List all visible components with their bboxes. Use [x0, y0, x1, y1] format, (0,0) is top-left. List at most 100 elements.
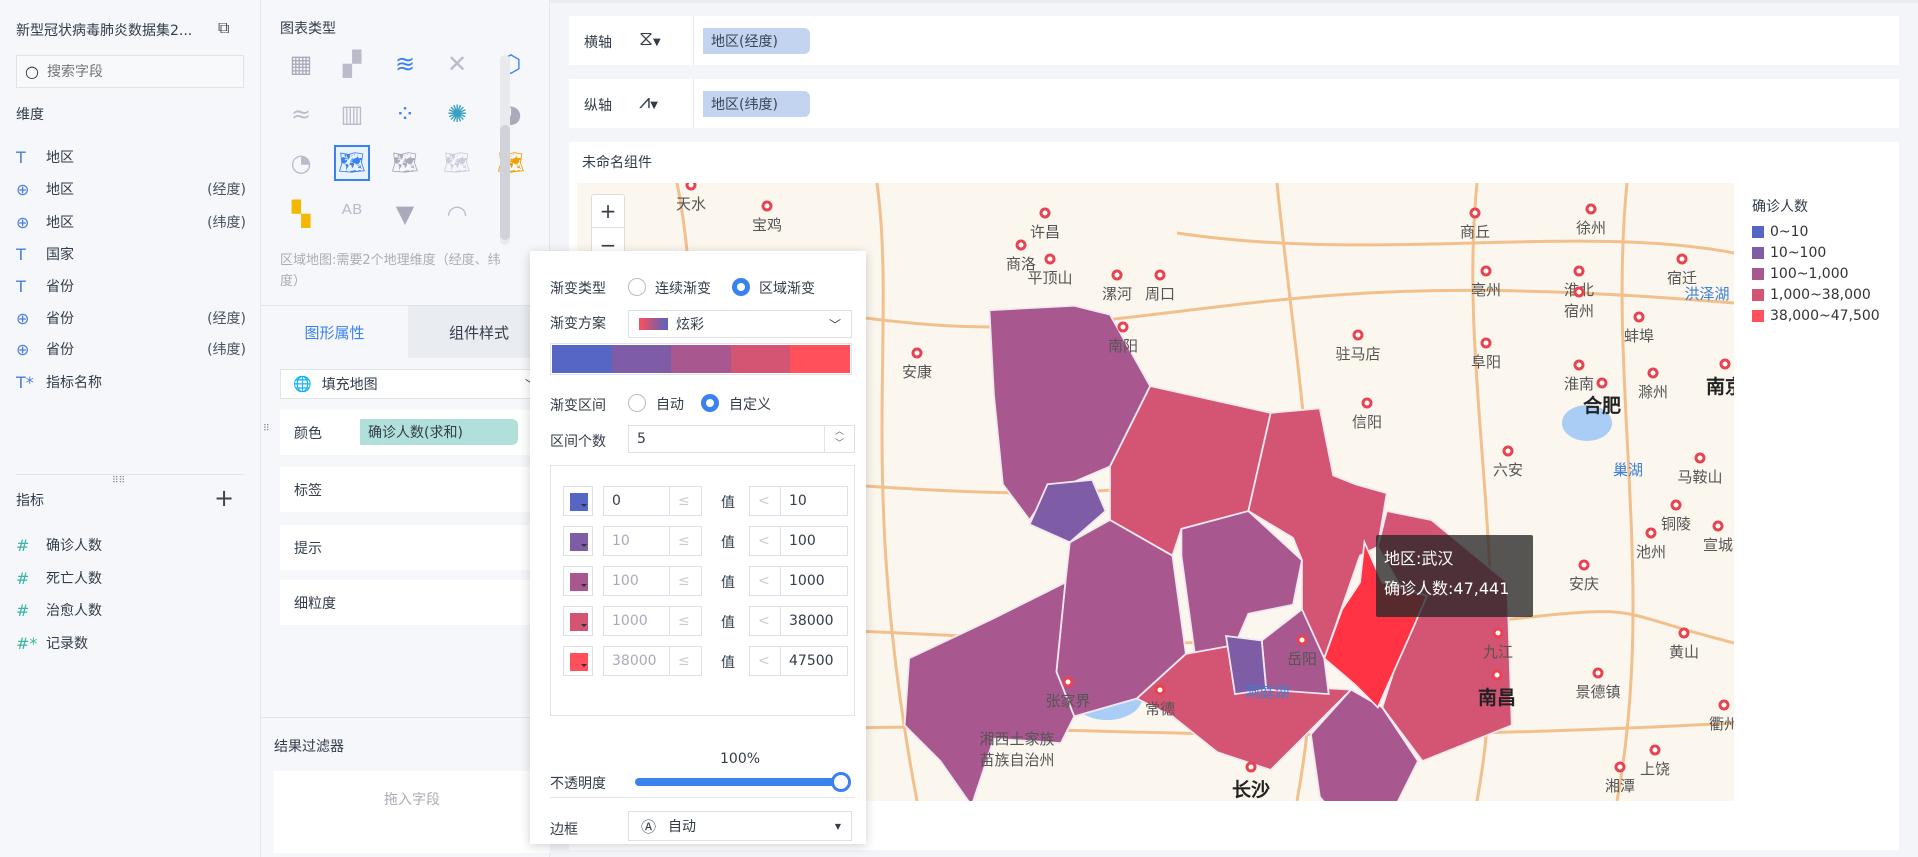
slider-handle[interactable]	[831, 772, 851, 792]
scatter-icon[interactable]: ⁘	[387, 96, 423, 132]
legend-item[interactable]: 0~10	[1752, 224, 1808, 240]
stacked-area-icon[interactable]: ≈	[283, 96, 319, 132]
dimension-field[interactable]: ⊕ 地区 (纬度)	[16, 208, 246, 236]
label-row[interactable]: 标签	[280, 467, 550, 512]
legend-item[interactable]: 38,000~47,500	[1752, 308, 1880, 324]
resize-handle[interactable]: ⠿⠿	[112, 476, 125, 486]
range-max-operator[interactable]: <	[749, 486, 781, 516]
dimension-field[interactable]: T* 指标名称	[16, 368, 246, 396]
y-axis-type-icon[interactable]: ⩘▼	[639, 89, 658, 113]
dimension-field[interactable]: ⊕ 省份 (纬度)	[16, 335, 246, 363]
globe-icon: 🌐	[293, 375, 312, 393]
radio-custom-label[interactable]: 自定义	[729, 394, 771, 414]
measure-field[interactable]: # 治愈人数	[16, 596, 246, 624]
treemap-icon[interactable]: ▚	[283, 196, 319, 232]
border-value: 自动	[668, 819, 697, 835]
range-min-operator[interactable]: ≤	[669, 526, 702, 556]
color-row[interactable]: 颜色 确诊人数(求和)	[280, 410, 550, 455]
map-type-select[interactable]: 🌐 填充地图 ﹀	[280, 369, 548, 399]
dataset-title[interactable]: 新型冠状病毒肺炎数据集2...	[16, 20, 192, 40]
range-max-input[interactable]: 47500	[780, 646, 848, 676]
scheme-select[interactable]: 炫彩 ﹀	[628, 310, 852, 338]
radio-regional-label[interactable]: 区域渐变	[759, 278, 815, 298]
funnel-icon[interactable]: ▼	[387, 196, 423, 232]
y-axis-field-pill[interactable]: 地区(纬度)	[703, 91, 810, 117]
radio-regional[interactable]	[732, 278, 750, 296]
color-picker[interactable]	[563, 486, 593, 516]
legend-label: 38,000~47,500	[1770, 308, 1880, 324]
measure-field[interactable]: #* 记录数	[16, 629, 246, 657]
range-max-input[interactable]: 10	[780, 486, 848, 516]
tab-component-style[interactable]: 组件样式	[408, 306, 550, 358]
point-map-icon[interactable]: 🗺	[387, 145, 423, 181]
stepper-arrows-icon[interactable]: ︿ ﹀	[824, 426, 854, 452]
legend-item[interactable]: 10~100	[1752, 245, 1826, 261]
opacity-slider[interactable]	[635, 772, 851, 792]
filter-drop-zone[interactable]: 拖入字段	[274, 771, 550, 853]
number-icon: #	[16, 568, 30, 588]
range-max-input[interactable]: 100	[780, 526, 848, 556]
pie-icon[interactable]: ◕	[493, 96, 529, 132]
add-measure-button[interactable]: +	[214, 484, 234, 512]
range-max-input[interactable]: 38000	[780, 606, 848, 636]
dimension-field[interactable]: ⊕ 地区 (经度)	[16, 175, 246, 203]
color-picker[interactable]	[563, 526, 593, 556]
dimension-field[interactable]: T 省份	[16, 272, 246, 300]
drag-handle[interactable]: ⠿	[263, 424, 270, 434]
range-min-input[interactable]: 0	[603, 486, 670, 516]
color-picker[interactable]	[563, 566, 593, 596]
component-title[interactable]: 未命名组件	[582, 152, 652, 172]
step-icon[interactable]: ▞	[334, 46, 370, 82]
radio-continuous-label[interactable]: 连续渐变	[655, 278, 711, 298]
grouped-table-icon[interactable]: ▦	[283, 46, 319, 82]
area-line-icon[interactable]: ≋	[387, 46, 423, 82]
count-stepper[interactable]: 5 ︿ ﹀	[628, 425, 855, 453]
granularity-row[interactable]: 细粒度	[280, 580, 550, 625]
range-max-input[interactable]: 1000	[780, 566, 848, 596]
dimension-field[interactable]: ⊕ 省份 (经度)	[16, 304, 246, 332]
x-axis-field-pill[interactable]: 地区(经度)	[703, 28, 810, 54]
bar-combo-icon[interactable]: ▥	[334, 96, 370, 132]
chart-type-scrollbar[interactable]	[500, 55, 510, 245]
rose-icon[interactable]: ◔	[283, 145, 319, 181]
field-panel: 新型冠状病毒肺炎数据集2... ⧉ ○ 维度 T 地区 ⊕ 地区 (经度) ⊕ …	[0, 0, 261, 857]
gauge-icon[interactable]: ◠	[439, 196, 475, 232]
radio-continuous[interactable]	[628, 278, 646, 296]
radio-custom[interactable]	[701, 394, 719, 412]
range-min-operator[interactable]: ≤	[669, 606, 702, 636]
legend-item[interactable]: 100~1,000	[1752, 266, 1849, 282]
switch-dataset-icon[interactable]: ⧉	[218, 18, 229, 38]
dimension-field[interactable]: T 国家	[16, 240, 246, 268]
line-cross-icon[interactable]: ✕	[439, 46, 475, 82]
range-min-operator[interactable]: ≤	[669, 566, 702, 596]
border-select[interactable]: Ⓐ 自动 ▼	[628, 811, 852, 841]
measure-field[interactable]: # 死亡人数	[16, 564, 246, 592]
zoom-in-button[interactable]: +	[592, 195, 624, 228]
dimension-field[interactable]: T 地区	[16, 143, 246, 171]
tooltip-row[interactable]: 提示	[280, 525, 550, 570]
bubble-icon[interactable]: ✺	[439, 96, 475, 132]
color-picker[interactable]	[563, 606, 593, 636]
flow-map-icon[interactable]: 🗺	[439, 145, 475, 181]
tab-graph-properties[interactable]: 图形属性	[261, 306, 408, 358]
range-mode-label: 渐变区间	[550, 398, 606, 414]
radio-auto[interactable]	[628, 394, 646, 412]
range-max-operator[interactable]: <	[749, 606, 781, 636]
color-field-pill[interactable]: 确诊人数(求和)	[360, 419, 518, 445]
heat-map-icon[interactable]: 🗺	[493, 145, 529, 181]
legend-item[interactable]: 1,000~38,000	[1752, 287, 1871, 303]
search-input[interactable]	[46, 63, 217, 80]
radar-icon[interactable]: ⬡	[493, 46, 529, 82]
word-cloud-icon[interactable]: ᴬᴮ	[334, 196, 370, 232]
x-axis-type-icon[interactable]: ⧖▼	[639, 26, 661, 50]
measure-field[interactable]: # 确诊人数	[16, 531, 246, 559]
range-max-operator[interactable]: <	[749, 646, 781, 676]
filled-map-icon[interactable]: 🗺	[334, 145, 370, 181]
search-field[interactable]: ○	[16, 55, 244, 88]
range-max-operator[interactable]: <	[749, 566, 781, 596]
range-max-operator[interactable]: <	[749, 526, 781, 556]
range-min-operator[interactable]: ≤	[669, 646, 702, 676]
range-min-operator[interactable]: ≤	[669, 486, 702, 516]
color-picker[interactable]	[563, 646, 593, 676]
radio-auto-label[interactable]: 自动	[656, 394, 684, 414]
